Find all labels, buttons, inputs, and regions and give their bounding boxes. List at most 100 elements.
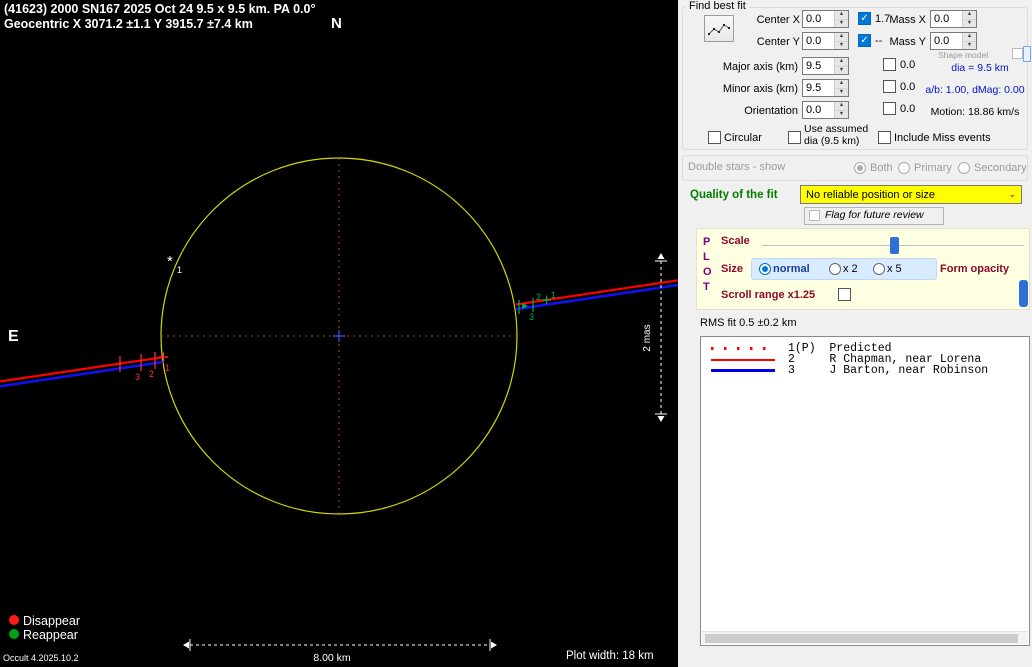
spin-up-icon[interactable]: ▲ [835,102,848,111]
mass-y-label: Mass Y [889,36,926,48]
double-stars-both-radio[interactable] [854,162,866,174]
plot-letter: O [703,266,712,278]
include-miss-events-label: Include Miss events [894,132,991,144]
plot-letter: T [703,281,710,293]
size-normal-radio[interactable] [759,263,771,275]
double-stars-secondary-label: Secondary [974,162,1027,174]
major-axis-spinner[interactable]: 9.5 ▲ ▼ [802,57,849,75]
vertical-scale-label: 2 mas [642,324,653,351]
chord-list-horizontal-scrollbar[interactable] [702,631,1028,644]
center-y-value[interactable]: 0.0 [803,33,834,49]
spin-up-icon[interactable]: ▲ [963,11,976,20]
center-y-spinner[interactable]: 0.0 ▲ ▼ [802,32,849,50]
spin-up-icon[interactable]: ▲ [835,80,848,89]
scroll-range-label: Scroll range x1.25 [721,289,816,301]
rms-fit-label: RMS fit 0.5 ±0.2 km [700,317,797,329]
mass-x-spinner[interactable]: 0.0 ▲ ▼ [930,10,977,28]
minor-axis-checkbox[interactable] [883,80,896,93]
mass-y-spinner[interactable]: 0.0 ▲ ▼ [930,32,977,50]
orientation-error-label: 0.0 [900,103,916,115]
best-fit-graph-button[interactable] [704,15,734,42]
chord-list-text: 3 J Barton, near Robinson [788,364,989,378]
spin-up-icon[interactable]: ▲ [835,58,848,67]
major-axis-value[interactable]: 9.5 [803,58,834,74]
orientation-checkbox[interactable] [883,102,896,115]
double-stars-primary-radio[interactable] [898,162,910,174]
shape-model-cutoff-control[interactable] [1023,46,1031,62]
minor-axis-label: Minor axis (km) [722,83,798,95]
spin-down-icon[interactable]: ▼ [835,110,848,118]
scrollbar-thumb[interactable] [705,634,1018,643]
reappear-legend-dot [9,629,19,639]
major-axis-label: Major axis (km) [722,61,798,73]
occultation-plot: 1 2 3 1 2 3 * 1 2 mas 8.00 km Disappear … [0,157,678,664]
center-y-checkbox[interactable]: ✓ [858,34,871,47]
control-panel: Find best fit Center X 0.0 ▲ ▼ ✓ 1.7 Mas… [678,0,1032,667]
center-cross-marker [333,330,345,342]
mass-y-value[interactable]: 0.0 [931,33,962,49]
center-x-spin-buttons[interactable]: ▲ ▼ [834,11,848,27]
center-y-spin-buttons[interactable]: ▲ ▼ [834,33,848,49]
diameter-info: dia = 9.5 km [951,62,1009,74]
scroll-range-checkbox[interactable] [838,288,851,301]
mass-y-spin-buttons[interactable]: ▲ ▼ [962,33,976,49]
circular-label: Circular [724,132,762,144]
disappear-plus-marker [159,352,168,362]
sparkline-chart-icon [708,23,730,35]
mass-x-value[interactable]: 0.0 [931,11,962,27]
scale-slider-handle[interactable] [890,237,899,254]
circular-checkbox[interactable] [708,131,721,144]
chord-list-row[interactable]: 3 J Barton, near Robinson [701,364,1029,378]
orientation-spinner[interactable]: 0.0 ▲ ▼ [802,101,849,119]
spin-up-icon[interactable]: ▲ [963,33,976,42]
shape-model-label: Shape model [938,50,989,60]
major-axis-checkbox[interactable] [883,58,896,71]
double-stars-group-label: Double stars - show [688,161,786,173]
form-opacity-slider-handle[interactable] [1019,280,1028,307]
size-label: Size [721,263,744,275]
disappear-marker-label: 1 [165,363,170,373]
minor-axis-value[interactable]: 9.5 [803,80,834,96]
app-version-label: Occult 4.2025.10.2 [3,653,79,663]
spin-down-icon[interactable]: ▼ [963,41,976,49]
blue-chord-line-sample [711,369,775,373]
spin-down-icon[interactable]: ▼ [835,66,848,74]
spin-up-icon[interactable]: ▲ [835,33,848,42]
include-miss-events-checkbox[interactable] [878,131,891,144]
size-x5-radio[interactable] [873,263,885,275]
double-stars-secondary-radio[interactable] [958,162,970,174]
use-assumed-dia-checkbox[interactable] [788,131,801,144]
center-x-value[interactable]: 0.0 [803,11,834,27]
plot-width-label: Plot width: 18 km [566,650,654,662]
orientation-value[interactable]: 0.0 [803,102,834,118]
chord-list[interactable]: 1(P) Predicted 2 R Chapman, near Lorena … [700,336,1030,646]
shape-model-checkbox[interactable] [1012,48,1023,59]
minor-axis-spinner[interactable]: 9.5 ▲ ▼ [802,79,849,97]
size-x2-radio[interactable] [829,263,841,275]
center-y-label: Center Y [756,36,800,48]
spin-up-icon[interactable]: ▲ [835,11,848,20]
dropdown-arrow-icon[interactable]: ⌄ [1008,189,1016,200]
center-x-label: Center X [756,14,800,26]
red-chord-line-sample [711,358,775,361]
star-marker-icon: * [167,253,173,270]
minor-axis-spin-buttons[interactable]: ▲ ▼ [834,80,848,96]
disappear-marker-label: 3 [135,372,140,382]
form-opacity-label: Form opacity [940,263,1010,275]
scale-label: Scale [721,235,750,247]
center-x-checkbox[interactable]: ✓ [858,12,871,25]
major-axis-spin-buttons[interactable]: ▲ ▼ [834,58,848,74]
spin-down-icon[interactable]: ▼ [963,19,976,27]
horizontal-scale-label: 8.00 km [313,652,351,664]
plot-letter: L [703,251,710,263]
spin-down-icon[interactable]: ▼ [835,88,848,96]
spin-down-icon[interactable]: ▼ [835,41,848,49]
center-x-spinner[interactable]: 0.0 ▲ ▼ [802,10,849,28]
quality-of-fit-dropdown[interactable]: No reliable position or size ⌄ [800,185,1022,204]
spin-down-icon[interactable]: ▼ [835,19,848,27]
mass-x-label: Mass X [889,14,926,26]
axis-ratio-info: a/b: 1.00, dMag: 0.00 [925,84,1025,96]
flag-review-checkbox[interactable] [809,210,820,221]
mass-x-spin-buttons[interactable]: ▲ ▼ [962,11,976,27]
orientation-spin-buttons[interactable]: ▲ ▼ [834,102,848,118]
